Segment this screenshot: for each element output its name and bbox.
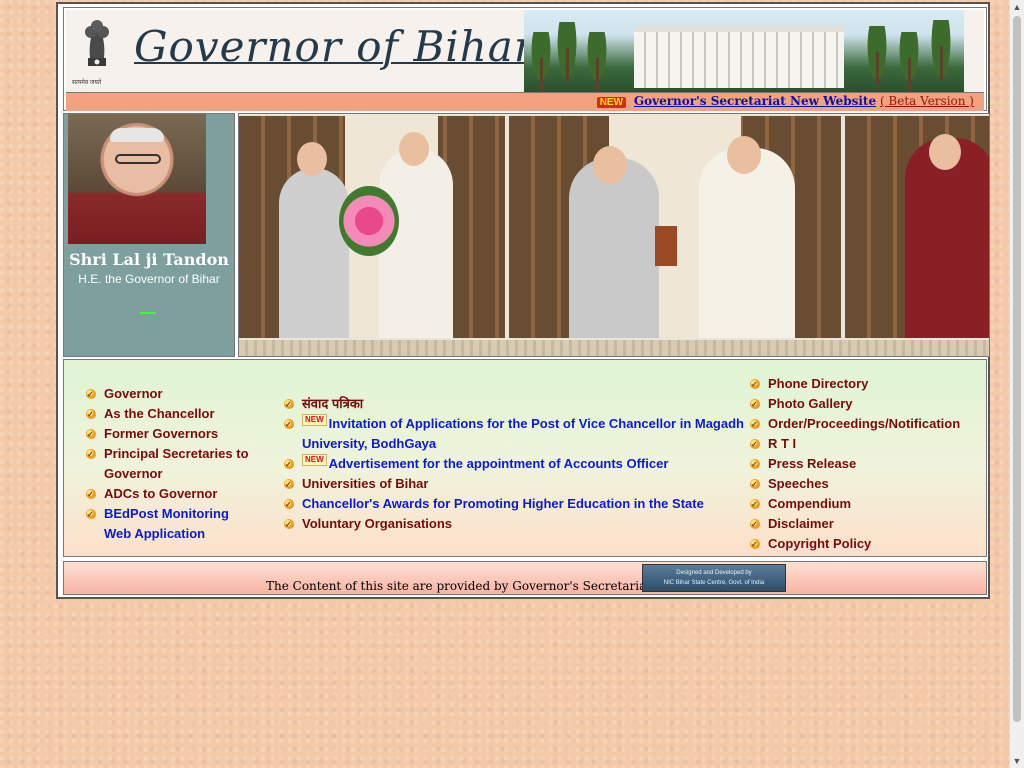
bullet-icon [86,505,96,525]
menu-item[interactable]: Order/Proceedings/Notification [750,414,980,435]
banner-title-area: सत्यमेव जयते Governor of Bihar [66,10,534,92]
bullet-icon [750,475,760,495]
emblem-motto: सत्यमेव जयते [72,80,102,86]
menu-item[interactable]: As the Chancellor [86,404,256,425]
ashoka-emblem-icon [85,20,109,66]
bullet-icon [86,405,96,425]
footer-credit-text: The Content of this site are provided by… [266,579,692,593]
header-banner: सत्यमेव जयते Governor of Bihar [66,10,984,92]
new-icon: NEW [302,414,327,426]
bullet-icon [750,435,760,455]
menu-left: Governor As the Chancellor Former Govern… [86,384,256,544]
bullet-icon [750,515,760,535]
scrollbar-thumb[interactable] [1013,16,1021,722]
menu-item[interactable]: Phone Directory [750,374,980,395]
menu-item[interactable]: NEWInvitation of Applications for the Po… [284,414,754,454]
bullet-icon [86,385,96,405]
menu-item[interactable]: BEdPost Monitoring Web Application [86,504,256,544]
menu-item[interactable]: संवाद पत्रिका [284,394,754,415]
menu-item[interactable]: Copyright Policy [750,534,980,555]
bullet-icon [284,415,294,435]
menu-right: Phone Directory Photo Gallery Order/Proc… [750,374,980,555]
bullet-icon [284,395,294,415]
governor-designation: H.E. the Governor of Bihar [78,272,220,286]
slider-photo-1[interactable] [239,116,505,338]
menu-item[interactable]: Disclaimer [750,514,980,535]
governor-portrait [68,114,206,244]
links-panel: Governor As the Chancellor Former Govern… [63,359,987,557]
menu-item[interactable]: Former Governors [86,424,256,445]
header: सत्यमेव जयते Governor of Bihar NEW Gover… [63,7,987,111]
bullet-icon [750,415,760,435]
slider-photo-2[interactable] [509,116,841,338]
new-badge-icon: NEW [596,97,627,108]
governor-profile: Shri Lal ji Tandon H.E. the Governor of … [63,113,235,357]
beta-version-link[interactable]: ( Beta Version ) [880,94,974,108]
menu-item[interactable]: Universities of Bihar [284,474,754,495]
new-icon: NEW [302,454,327,466]
governor-name: Shri Lal ji Tandon [69,250,229,269]
photo-slider[interactable] [238,113,990,357]
footer: The Content of this site are provided by… [63,561,987,595]
menu-item[interactable]: Chancellor's Awards for Promoting Higher… [284,494,754,515]
menu-item[interactable]: Compendium [750,494,980,515]
nic-badge[interactable]: Designed and Developed by NIC Bihar Stat… [642,564,786,592]
menu-center: संवाद पत्रिका NEWInvitation of Applicati… [284,394,754,535]
bullet-icon [86,445,96,465]
bullet-icon [750,375,760,395]
bullet-icon [284,455,294,475]
bullet-icon [86,425,96,445]
menu-item[interactable]: Governor [86,384,256,405]
bullet-icon [284,515,294,535]
menu-item[interactable]: Voluntary Organisations [284,514,754,535]
bullet-icon [750,495,760,515]
new-website-link[interactable]: Governor's Secretariat New Website [634,94,876,108]
bullet-icon [86,485,96,505]
vertical-scrollbar[interactable]: ▲ ▼ [1009,0,1024,768]
raj-bhavan-photo [524,10,964,92]
bullet-icon [750,395,760,415]
divider [140,312,156,314]
scroll-up-icon[interactable]: ▲ [1010,0,1024,14]
page-frame: सत्यमेव जयते Governor of Bihar NEW Gover… [56,2,990,599]
scroll-down-icon[interactable]: ▼ [1010,754,1024,768]
menu-item[interactable]: Principal Secretaries to Governor [86,444,256,484]
bullet-icon [284,495,294,515]
menu-item[interactable]: Speeches [750,474,980,495]
menu-item[interactable]: ADCs to Governor [86,484,256,505]
menu-item[interactable]: Photo Gallery [750,394,980,415]
menu-item[interactable]: NEWAdvertisement for the appointment of … [284,454,754,475]
news-bar: NEW Governor's Secretariat New Website (… [66,92,984,111]
bullet-icon [750,455,760,475]
slider-photo-3[interactable] [845,116,989,338]
bullet-icon [284,475,294,495]
menu-item[interactable]: R T I [750,434,980,455]
site-title: Governor of Bihar [134,22,535,71]
menu-item[interactable]: Press Release [750,454,980,475]
page-inner: सत्यमेव जयते Governor of Bihar NEW Gover… [61,7,990,595]
bullet-icon [750,535,760,555]
